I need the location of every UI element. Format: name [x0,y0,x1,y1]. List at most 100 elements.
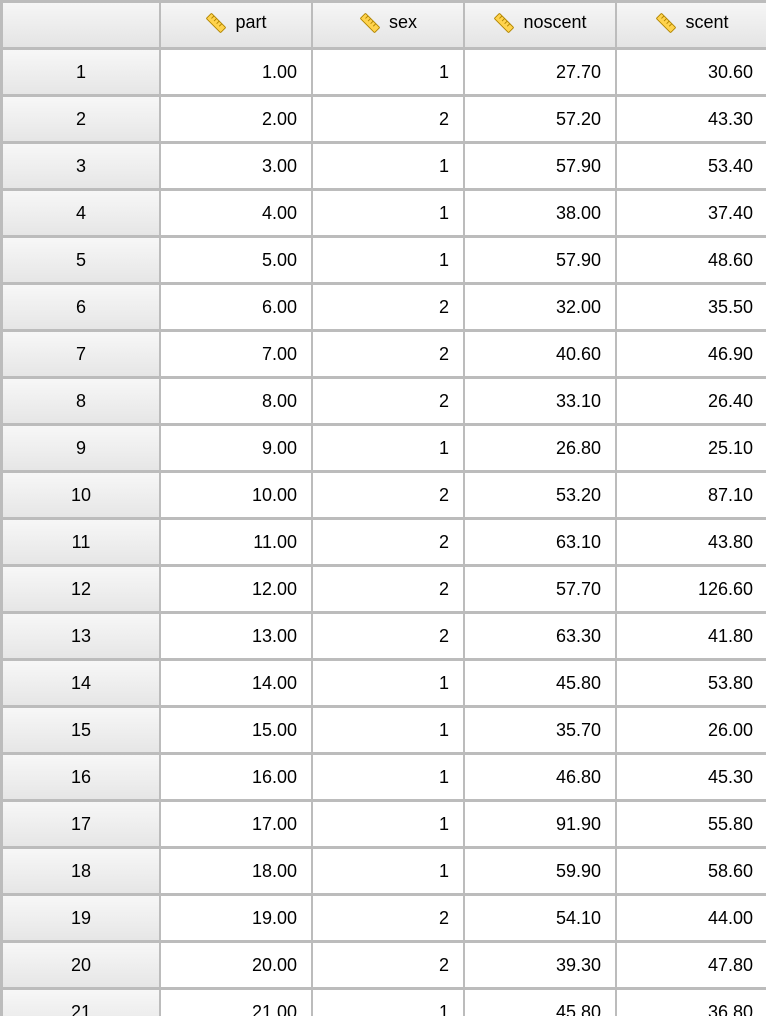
cell-part[interactable]: 1.00 [161,50,313,97]
cell-noscent[interactable]: 91.90 [465,802,617,849]
cell-scent[interactable]: 26.40 [617,379,766,426]
row-header-cell[interactable]: 7 [3,332,161,379]
cell-noscent[interactable]: 54.10 [465,896,617,943]
cell-scent[interactable]: 26.00 [617,708,766,755]
cell-part[interactable]: 10.00 [161,473,313,520]
row-header-cell[interactable]: 9 [3,426,161,473]
cell-scent[interactable]: 43.30 [617,97,766,144]
cell-noscent[interactable]: 39.30 [465,943,617,990]
row-header-cell[interactable]: 6 [3,285,161,332]
cell-scent[interactable]: 37.40 [617,191,766,238]
cell-sex[interactable]: 2 [313,332,465,379]
cell-scent[interactable]: 30.60 [617,50,766,97]
cell-part[interactable]: 7.00 [161,332,313,379]
cell-part[interactable]: 21.00 [161,990,313,1016]
column-header-sex[interactable]: sex [313,3,465,50]
cell-scent[interactable]: 46.90 [617,332,766,379]
cell-scent[interactable]: 45.30 [617,755,766,802]
cell-part[interactable]: 4.00 [161,191,313,238]
cell-part[interactable]: 13.00 [161,614,313,661]
cell-sex[interactable]: 2 [313,567,465,614]
cell-scent[interactable]: 53.40 [617,144,766,191]
cell-sex[interactable]: 1 [313,849,465,896]
cell-sex[interactable]: 1 [313,50,465,97]
row-header-cell[interactable]: 10 [3,473,161,520]
cell-part[interactable]: 14.00 [161,661,313,708]
column-header-scent[interactable]: scent [617,3,766,50]
row-header-cell[interactable]: 12 [3,567,161,614]
cell-part[interactable]: 5.00 [161,238,313,285]
cell-part[interactable]: 18.00 [161,849,313,896]
cell-noscent[interactable]: 57.20 [465,97,617,144]
cell-sex[interactable]: 1 [313,802,465,849]
cell-scent[interactable]: 48.60 [617,238,766,285]
cell-part[interactable]: 19.00 [161,896,313,943]
column-header-part[interactable]: part [161,3,313,50]
cell-noscent[interactable]: 53.20 [465,473,617,520]
cell-sex[interactable]: 2 [313,379,465,426]
cell-scent[interactable]: 35.50 [617,285,766,332]
cell-noscent[interactable]: 59.90 [465,849,617,896]
cell-part[interactable]: 12.00 [161,567,313,614]
row-header-cell[interactable]: 17 [3,802,161,849]
cell-noscent[interactable]: 57.70 [465,567,617,614]
cell-part[interactable]: 3.00 [161,144,313,191]
row-header-cell[interactable]: 15 [3,708,161,755]
cell-noscent[interactable]: 45.80 [465,661,617,708]
cell-part[interactable]: 8.00 [161,379,313,426]
cell-sex[interactable]: 2 [313,943,465,990]
row-header-cell[interactable]: 2 [3,97,161,144]
cell-sex[interactable]: 2 [313,473,465,520]
cell-noscent[interactable]: 57.90 [465,238,617,285]
cell-part[interactable]: 6.00 [161,285,313,332]
cell-noscent[interactable]: 27.70 [465,50,617,97]
cell-sex[interactable]: 1 [313,990,465,1016]
column-header-noscent[interactable]: noscent [465,3,617,50]
cell-noscent[interactable]: 63.10 [465,520,617,567]
row-header-cell[interactable]: 3 [3,144,161,191]
cell-sex[interactable]: 2 [313,97,465,144]
cell-noscent[interactable]: 38.00 [465,191,617,238]
cell-scent[interactable]: 53.80 [617,661,766,708]
row-header-cell[interactable]: 11 [3,520,161,567]
cell-sex[interactable]: 2 [313,520,465,567]
cell-sex[interactable]: 1 [313,144,465,191]
cell-part[interactable]: 9.00 [161,426,313,473]
corner-header-cell[interactable] [3,3,161,50]
cell-scent[interactable]: 41.80 [617,614,766,661]
cell-noscent[interactable]: 32.00 [465,285,617,332]
cell-sex[interactable]: 2 [313,896,465,943]
row-header-cell[interactable]: 13 [3,614,161,661]
cell-sex[interactable]: 2 [313,285,465,332]
cell-part[interactable]: 11.00 [161,520,313,567]
cell-part[interactable]: 17.00 [161,802,313,849]
cell-sex[interactable]: 2 [313,614,465,661]
row-header-cell[interactable]: 18 [3,849,161,896]
cell-noscent[interactable]: 40.60 [465,332,617,379]
cell-noscent[interactable]: 63.30 [465,614,617,661]
cell-scent[interactable]: 47.80 [617,943,766,990]
row-header-cell[interactable]: 5 [3,238,161,285]
row-header-cell[interactable]: 19 [3,896,161,943]
cell-sex[interactable]: 1 [313,755,465,802]
cell-noscent[interactable]: 26.80 [465,426,617,473]
cell-noscent[interactable]: 45.80 [465,990,617,1016]
cell-sex[interactable]: 1 [313,708,465,755]
cell-noscent[interactable]: 46.80 [465,755,617,802]
row-header-cell[interactable]: 14 [3,661,161,708]
cell-part[interactable]: 20.00 [161,943,313,990]
row-header-cell[interactable]: 20 [3,943,161,990]
cell-scent[interactable]: 126.60 [617,567,766,614]
cell-noscent[interactable]: 33.10 [465,379,617,426]
row-header-cell[interactable]: 1 [3,50,161,97]
cell-noscent[interactable]: 57.90 [465,144,617,191]
row-header-cell[interactable]: 21 [3,990,161,1016]
cell-part[interactable]: 16.00 [161,755,313,802]
cell-noscent[interactable]: 35.70 [465,708,617,755]
cell-scent[interactable]: 58.60 [617,849,766,896]
cell-scent[interactable]: 55.80 [617,802,766,849]
cell-scent[interactable]: 43.80 [617,520,766,567]
row-header-cell[interactable]: 8 [3,379,161,426]
row-header-cell[interactable]: 4 [3,191,161,238]
cell-part[interactable]: 2.00 [161,97,313,144]
